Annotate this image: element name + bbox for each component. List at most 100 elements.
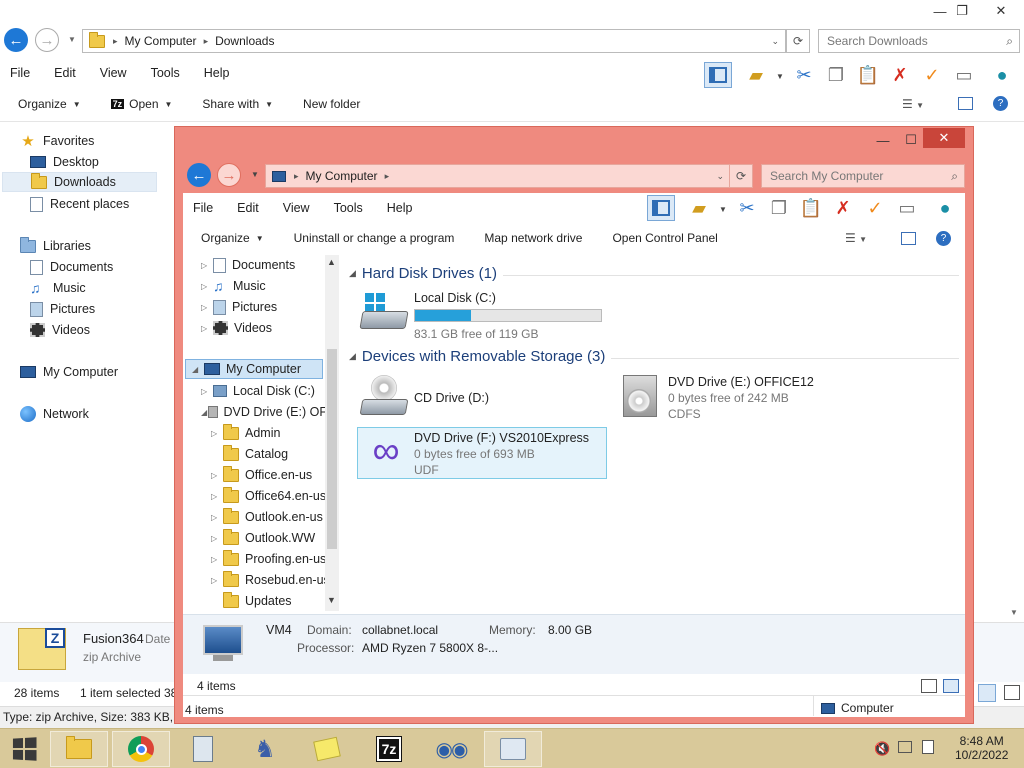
front-breadcrumb-root[interactable]: My Computer — [306, 169, 378, 183]
organize-button[interactable]: Organize ▼ — [18, 97, 81, 111]
front-address-dropdown-icon[interactable]: ⌄ — [716, 171, 724, 182]
tree-folder-proofing[interactable]: ▷ Proofing.en-us — [211, 549, 326, 569]
front-menu-tools[interactable]: Tools — [334, 201, 363, 215]
cd-drive-d-name[interactable]: CD Drive (D:) — [414, 391, 489, 405]
tree-videos[interactable]: ▷ Videos — [201, 318, 272, 338]
local-disk-c-name[interactable]: Local Disk (C:) — [414, 291, 496, 305]
globe-icon[interactable]: ● — [988, 62, 1016, 88]
tree-documents[interactable]: ▷ Documents — [201, 255, 295, 275]
menu-view[interactable]: View — [100, 66, 127, 80]
nav-my-computer[interactable]: My Computer — [20, 362, 118, 382]
action-center-flag-icon[interactable] — [922, 740, 934, 754]
details-view-icon[interactable] — [978, 684, 996, 702]
front-menu-view[interactable]: View — [283, 201, 310, 215]
copy-icon[interactable]: ❐ — [822, 62, 850, 88]
tree-folder-updates[interactable]: Updates — [211, 591, 292, 611]
refresh-button[interactable]: ⟳ — [786, 29, 810, 53]
share-with-button[interactable]: Share with ▼ — [202, 97, 273, 111]
help-icon[interactable]: ? — [993, 96, 1008, 111]
taskbar-chess[interactable]: ♞ — [236, 731, 294, 767]
nav-favorites[interactable]: ★ Favorites — [20, 131, 94, 151]
menu-tools[interactable]: Tools — [151, 66, 180, 80]
tree-scrollbar[interactable]: ▲ ▼ — [325, 255, 339, 611]
address-bar[interactable]: ▸ My Computer ▸ Downloads ⌄ — [82, 29, 786, 53]
front-folder-options-dropdown-icon[interactable]: ▼ — [719, 205, 727, 214]
cd-drive-d-icon[interactable] — [359, 375, 409, 417]
uninstall-program-button[interactable]: Uninstall or change a program — [294, 231, 455, 245]
paste-icon[interactable]: 📋 — [854, 62, 882, 88]
nav-videos[interactable]: Videos — [30, 320, 90, 340]
front-cut-icon[interactable]: ✂ — [733, 195, 761, 221]
folder-options-dropdown-icon[interactable]: ▼ — [776, 72, 784, 81]
nav-network[interactable]: Network — [20, 404, 89, 424]
tray-clock[interactable]: 8:48 AM 10/2/2022 — [955, 734, 1008, 762]
dvd-drive-f-name[interactable]: DVD Drive (F:) VS2010Express — [414, 431, 589, 445]
breadcrumb-downloads[interactable]: Downloads — [215, 34, 274, 48]
nav-downloads[interactable]: Downloads — [2, 172, 157, 192]
large-icons-view-icon[interactable] — [1004, 685, 1020, 700]
front-organize-button[interactable]: Organize ▼ — [201, 231, 264, 245]
map-network-drive-button[interactable]: Map network drive — [484, 231, 582, 245]
maximize-button[interactable]: ❐ — [948, 0, 976, 22]
taskbar-sticky-notes[interactable] — [298, 731, 356, 767]
front-menu-help[interactable]: Help — [387, 201, 413, 215]
front-tiles-view-icon[interactable] — [943, 679, 959, 693]
properties-check-icon[interactable]: ✓ — [918, 62, 946, 88]
dvd-drive-e-icon[interactable] — [617, 375, 661, 419]
scroll-down-arrow[interactable]: ▼ — [327, 595, 336, 605]
tree-folder-admin[interactable]: ▷ Admin — [211, 423, 280, 443]
forward-button[interactable]: → — [35, 28, 59, 52]
front-address-bar[interactable]: ▸ My Computer ▸ ⌄ — [265, 164, 731, 188]
front-rename-icon[interactable]: ▭ — [893, 195, 921, 221]
taskbar-my-computer[interactable] — [484, 731, 542, 767]
taskbar-eyes[interactable]: ◉◉ — [422, 731, 480, 767]
front-layout-pane-icon[interactable] — [647, 195, 675, 221]
front-copy-icon[interactable]: ❐ — [765, 195, 793, 221]
front-forward-button[interactable]: → — [217, 163, 241, 187]
front-refresh-button[interactable]: ⟳ — [729, 164, 753, 188]
menu-help[interactable]: Help — [204, 66, 230, 80]
layout-pane-icon[interactable] — [704, 62, 732, 88]
tree-folder-outlook[interactable]: ▷ Outlook.en-us — [211, 507, 323, 527]
view-options-icon[interactable]: ☰ ▼ — [902, 97, 924, 111]
section-removable-storage[interactable]: ◢ Devices with Removable Storage (3) — [349, 348, 605, 365]
front-properties-check-icon[interactable]: ✓ — [861, 195, 889, 221]
tree-local-disk-c[interactable]: ▷ Local Disk (C:) — [201, 381, 315, 401]
front-folder-options-icon[interactable]: ▰ — [685, 195, 713, 221]
front-help-icon[interactable]: ? — [936, 231, 951, 246]
nav-libraries[interactable]: Libraries — [20, 236, 91, 256]
front-menu-edit[interactable]: Edit — [237, 201, 259, 215]
nav-music[interactable]: ♫ Music — [30, 278, 86, 298]
front-menu-file[interactable]: File — [193, 201, 213, 215]
menu-file[interactable]: File — [10, 66, 30, 80]
scroll-up-arrow[interactable]: ▲ — [327, 257, 336, 267]
dvd-drive-e-name[interactable]: DVD Drive (E:) OFFICE12 — [668, 375, 814, 389]
rename-icon[interactable]: ▭ — [950, 62, 978, 88]
front-maximize-button[interactable]: ☐ — [897, 129, 925, 151]
nav-documents[interactable]: Documents — [30, 257, 113, 277]
search-icon[interactable]: ⌕ — [1006, 34, 1013, 49]
front-minimize-button[interactable]: — — [869, 129, 897, 151]
preview-pane-icon[interactable] — [958, 97, 973, 110]
address-dropdown-icon[interactable]: ⌄ — [771, 36, 779, 47]
scroll-thumb[interactable] — [327, 349, 337, 549]
folder-options-icon[interactable]: ▰ — [742, 62, 770, 88]
new-folder-button[interactable]: New folder — [303, 97, 360, 111]
taskbar-7zip[interactable]: 7z — [360, 731, 418, 767]
taskbar-calculator[interactable] — [174, 731, 232, 767]
close-button[interactable]: ✕ — [984, 0, 1018, 22]
section-hard-disk-drives[interactable]: ◢ Hard Disk Drives (1) — [349, 265, 497, 282]
volume-muted-icon[interactable]: 🔇 — [874, 741, 890, 757]
front-search-box[interactable]: Search My Computer ⌕ — [761, 164, 965, 188]
menu-edit[interactable]: Edit — [54, 66, 76, 80]
tree-pictures[interactable]: ▷ Pictures — [201, 297, 277, 317]
front-close-button[interactable]: ✕ — [923, 128, 965, 148]
taskbar-file-explorer[interactable] — [50, 731, 108, 767]
open-control-panel-button[interactable]: Open Control Panel — [612, 231, 717, 245]
tree-folder-office64[interactable]: ▷ Office64.en-us — [211, 486, 326, 506]
front-paste-icon[interactable]: 📋 — [797, 195, 825, 221]
tree-my-computer[interactable]: ◢ My Computer — [185, 359, 323, 379]
front-view-options-icon[interactable]: ☰ ▼ — [845, 231, 867, 245]
search-box[interactable]: Search Downloads ⌕ — [818, 29, 1020, 53]
open-button[interactable]: 7z Open ▼ — [110, 97, 172, 111]
